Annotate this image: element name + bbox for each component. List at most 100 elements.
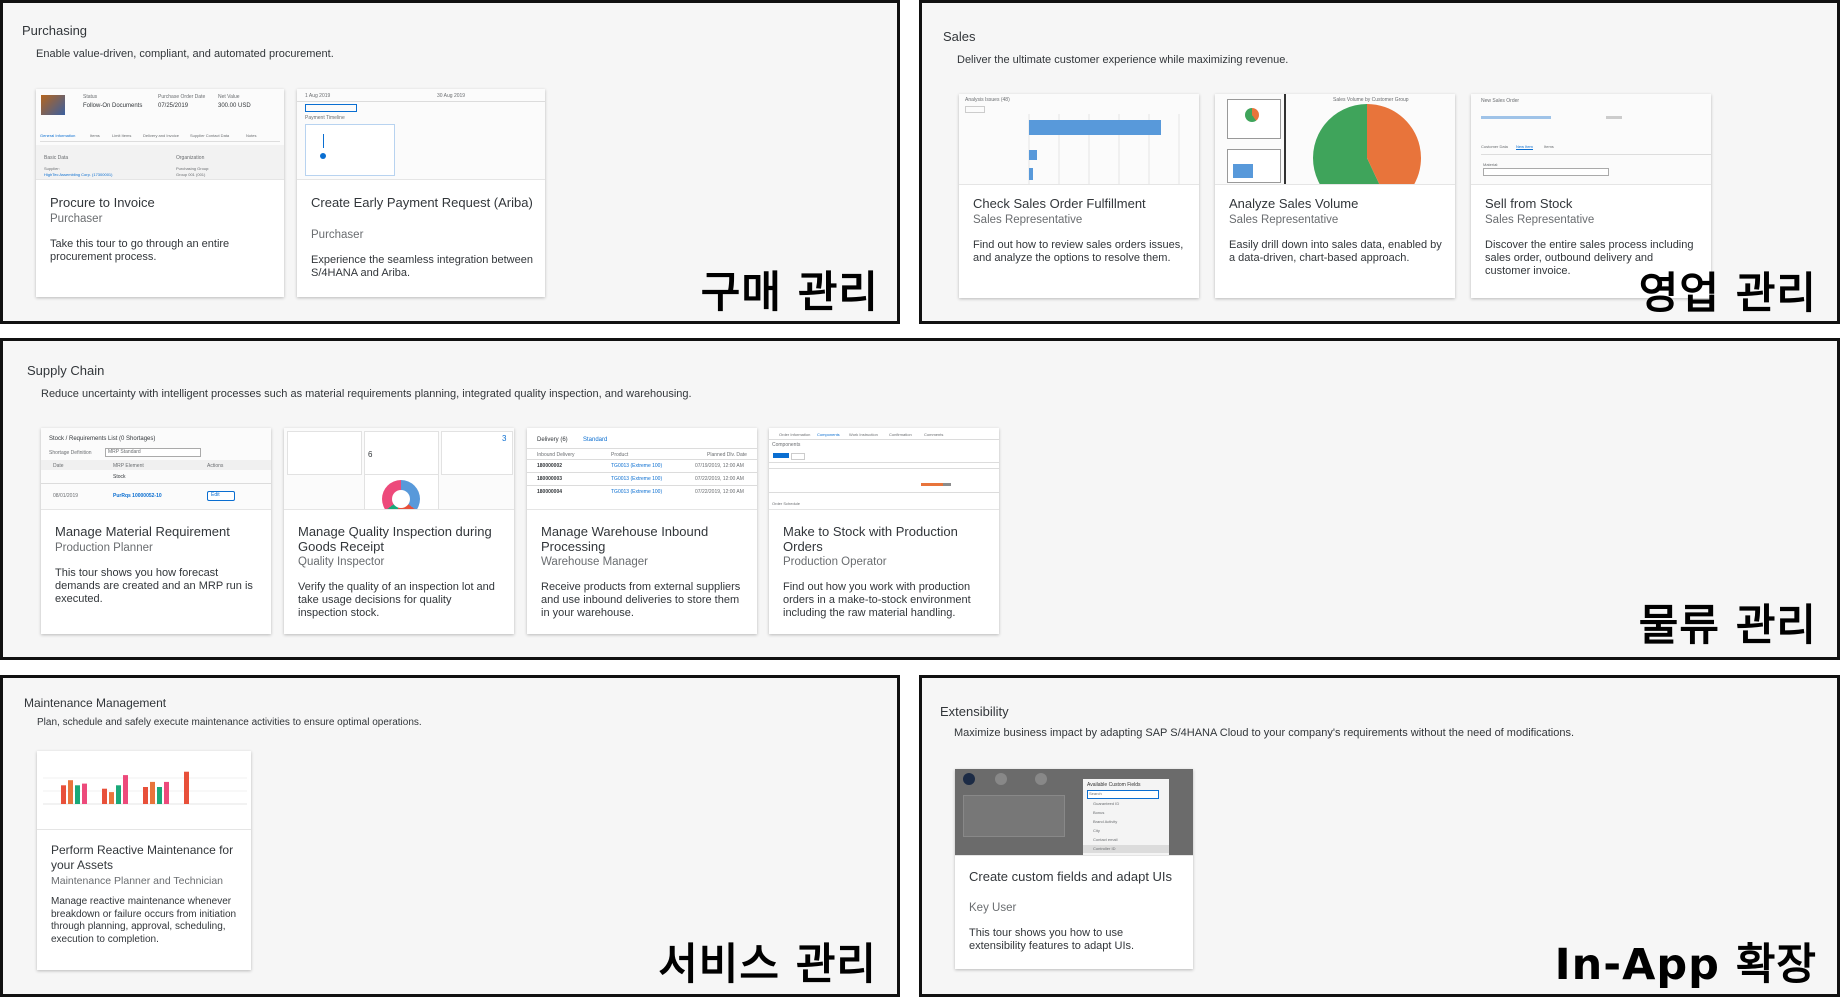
card-role: Purchaser xyxy=(311,229,364,241)
bar-chart-thumbnail xyxy=(1028,114,1180,184)
tour-card-reactive-maintenance[interactable]: Perform Reactive Maintenance for your As… xyxy=(37,751,251,970)
card-role: Production Operator xyxy=(783,556,887,568)
card-title: Make to Stock with Production Orders xyxy=(783,524,958,554)
chart-bar xyxy=(1029,168,1033,180)
chart-bar xyxy=(123,775,128,804)
overlay-label: 영업 관리 xyxy=(1638,269,1817,319)
section-title: Sales xyxy=(943,29,976,44)
card-title: Manage Quality Inspection during Goods R… xyxy=(298,524,492,554)
overlay-label: In-App 확장 xyxy=(1554,940,1817,990)
tour-card-analyze-sales-volume[interactable]: Sales Volume by Customer Group Analyze S… xyxy=(1215,94,1455,298)
pie-slice-orange xyxy=(1367,104,1421,184)
status-value: Follow-On Documents xyxy=(83,103,143,109)
card-description: Experience the seamless integration betw… xyxy=(311,254,533,279)
card-description: Verify the quality of an inspection lot … xyxy=(298,581,495,619)
chart-bar xyxy=(1029,150,1037,160)
timeline-label: Payment Timeline xyxy=(305,115,345,121)
chart-bar xyxy=(102,788,107,804)
card-thumbnail: 1 Aug 2019 30 Aug 2019 Payment Timeline xyxy=(297,89,545,180)
card-thumbnail: Status Follow-On Documents Purchase Orde… xyxy=(36,89,284,180)
section-extensibility: Extensibility Maximize business impact b… xyxy=(919,675,1840,997)
tour-card-early-payment-request[interactable]: 1 Aug 2019 30 Aug 2019 Payment Timeline … xyxy=(297,89,545,297)
card-title: Check Sales Order Fulfillment xyxy=(973,196,1146,211)
card-thumbnail: Stock / Requirements List (0 Shortages) … xyxy=(41,428,271,510)
chart-bar xyxy=(82,783,87,804)
pie-chart-thumbnail xyxy=(1313,104,1421,184)
overlay-label: 서비스 관리 xyxy=(658,940,877,990)
section-subtitle: Deliver the ultimate customer experience… xyxy=(957,54,1289,66)
card-thumbnail: Available Custom Fields Search Guarantee… xyxy=(955,769,1193,856)
custom-fields-panel: Available Custom Fields Search Guarantee… xyxy=(1083,779,1169,855)
blue-input xyxy=(305,104,357,112)
card-title: Manage Warehouse Inbound Processing xyxy=(541,524,709,554)
card-thumbnail: Sales Volume by Customer Group xyxy=(1215,94,1455,185)
chart-bar xyxy=(75,785,80,804)
tour-card-manage-warehouse-inbound[interactable]: Delivery (6) Standard Inbound Delivery P… xyxy=(527,428,757,634)
tour-card-custom-fields[interactable]: Available Custom Fields Search Guarantee… xyxy=(955,769,1193,969)
tour-card-check-sales-order[interactable]: Analysis Issues (48) Check Sales Order F… xyxy=(959,94,1199,298)
card-description: Manage reactive maintenance whenever bre… xyxy=(51,896,237,945)
chart-bar xyxy=(143,787,148,804)
card-title: Create Early Payment Request (Ariba) xyxy=(311,195,533,210)
chart-bar xyxy=(1029,120,1161,135)
chart-bar xyxy=(68,780,73,804)
card-title: Analyze Sales Volume xyxy=(1229,196,1359,211)
card-thumbnail xyxy=(37,751,251,830)
card-title: Manage Material Requirement xyxy=(55,524,230,539)
tour-card-manage-material-requirement[interactable]: Stock / Requirements List (0 Shortages) … xyxy=(41,428,271,634)
card-title: Create custom fields and adapt UIs xyxy=(969,869,1173,884)
card-thumbnail: Delivery (6) Standard Inbound Delivery P… xyxy=(527,428,757,510)
card-title: Procure to Invoice xyxy=(50,195,155,210)
tour-card-manage-quality-inspection[interactable]: 6 3 Manage Quality Inspection during Goo… xyxy=(284,428,514,634)
section-subtitle: Plan, schedule and safely execute mainte… xyxy=(37,717,422,728)
section-title: Extensibility xyxy=(940,704,1009,719)
card-role: Sales Representative xyxy=(1485,214,1595,226)
tour-card-make-to-stock[interactable]: Order Information Components Work Instru… xyxy=(769,428,999,634)
card-description: This tour shows you how to use extensibi… xyxy=(969,927,1135,952)
chart-bar xyxy=(109,792,114,804)
card-description: This tour shows you how forecast demands… xyxy=(55,567,253,605)
chart-bar xyxy=(184,771,189,804)
card-thumbnail: Order Information Components Work Instru… xyxy=(769,428,999,510)
thumb-tabs: General Information Items Limit Items De… xyxy=(40,133,280,142)
card-role: Purchaser xyxy=(50,213,103,225)
date-value: 07/25/2019 xyxy=(158,103,189,109)
card-role: Warehouse Manager xyxy=(541,556,648,568)
chart-bar xyxy=(157,787,162,804)
chart-bar xyxy=(150,781,155,804)
card-role: Maintenance Planner and Technician xyxy=(51,875,224,887)
card-description: Find out how you work with production or… xyxy=(783,581,971,619)
section-subtitle: Reduce uncertainty with intelligent proc… xyxy=(41,388,692,400)
card-thumbnail: 6 3 xyxy=(284,428,514,510)
card-description: Easily drill down into sales data, enabl… xyxy=(1229,239,1442,264)
card-role: Sales Representative xyxy=(973,214,1083,226)
tour-card-procure-to-invoice[interactable]: Status Follow-On Documents Purchase Orde… xyxy=(36,89,284,297)
net-value: 300.00 USD xyxy=(218,103,251,109)
card-description: Find out how to review sales orders issu… xyxy=(973,239,1184,264)
card-role: Production Planner xyxy=(55,542,153,554)
chart-bar xyxy=(116,785,121,804)
card-role: Quality Inspector xyxy=(298,556,385,568)
section-subtitle: Enable value-driven, compliant, and auto… xyxy=(36,48,334,60)
chart-bar xyxy=(61,785,66,804)
card-title: Perform Reactive Maintenance for your As… xyxy=(51,843,234,872)
card-thumbnail: New Sales Order Customer Data New Item I… xyxy=(1471,94,1711,185)
card-description: Receive products from external suppliers… xyxy=(541,581,741,619)
net-label: Net Value xyxy=(218,94,240,100)
section-subtitle: Maximize business impact by adapting SAP… xyxy=(954,727,1575,739)
card-role: Sales Representative xyxy=(1229,214,1339,226)
section-sales: Sales Deliver the ultimate customer expe… xyxy=(919,0,1840,324)
card-role: Key User xyxy=(969,902,1017,914)
card-description: Take this tour to go through an entire p… xyxy=(50,238,230,263)
bar-chart-thumbnail xyxy=(43,771,247,805)
section-purchasing: Purchasing Enable value-driven, complian… xyxy=(0,0,900,324)
card-title: Sell from Stock xyxy=(1485,196,1573,211)
section-title: Maintenance Management xyxy=(24,696,167,710)
section-supply-chain: Supply Chain Reduce uncertainty with int… xyxy=(0,338,1840,660)
section-maintenance: Maintenance Management Plan, schedule an… xyxy=(0,675,900,997)
section-title: Purchasing xyxy=(22,23,88,38)
product-image xyxy=(41,95,65,115)
date-label: Purchase Order Date xyxy=(158,94,206,100)
chart-bar xyxy=(164,781,169,804)
card-thumbnail: Analysis Issues (48) xyxy=(959,94,1199,185)
